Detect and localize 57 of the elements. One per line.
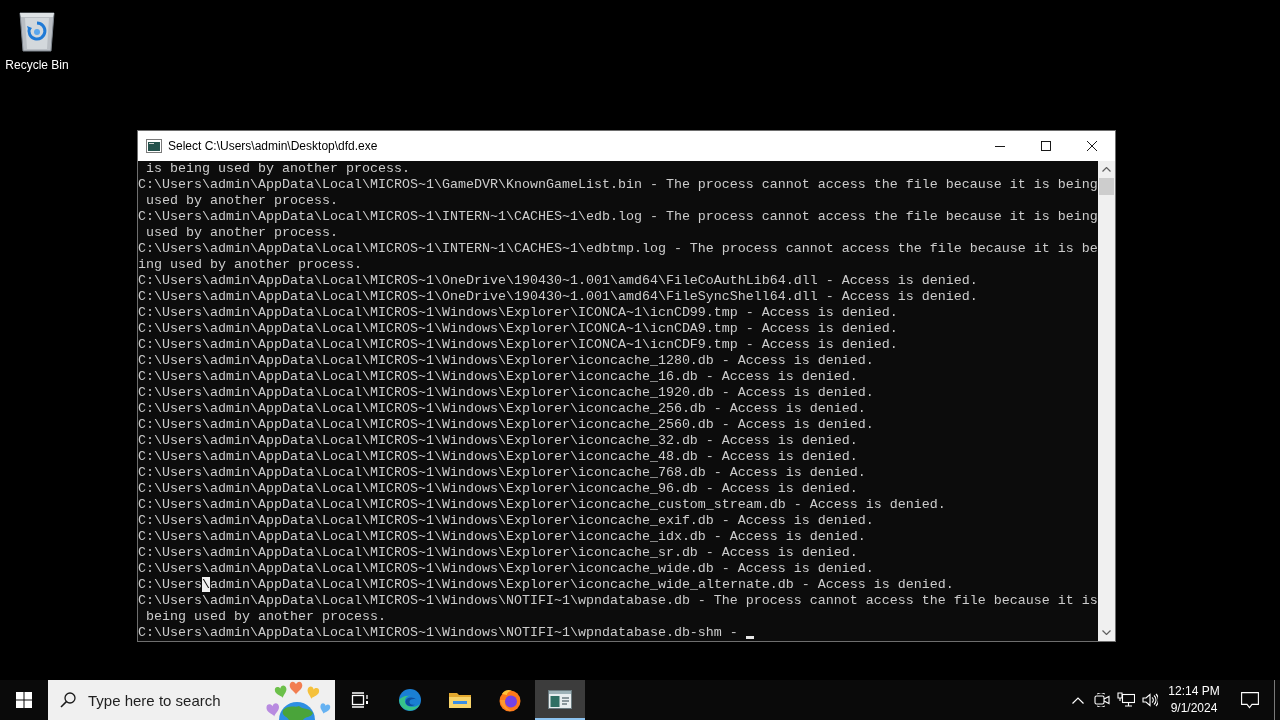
console-line: C:\Users\admin\AppData\Local\MICROS~1\Windows\Explorer\iconcache_96.db - Access is denied. <box>138 481 859 497</box>
scrollbar[interactable] <box>1098 161 1115 641</box>
close-icon <box>1087 141 1097 151</box>
console-line: C:\Users\admin\AppData\Local\MICROS~1\GameDVR\KnownGameList.bin - The process cannot access the file because it is being <box>138 177 1098 193</box>
console-line: C:\Users\admin\AppData\Local\MICROS~1\Windows\Explorer\iconcache_768.db - Access is denied. <box>138 465 867 481</box>
console-line: C:\Users\admin\AppData\Local\MICROS~1\Windows\Explorer\iconcache_idx.db - Access is denied. <box>138 529 867 545</box>
desktop-icon-label[interactable]: Recycle Bin <box>5 58 69 72</box>
console-line: C:\Users\admin\AppData\Local\MICROS~1\Windows\Explorer\iconcache_wide_alternate.db - Access is denied. <box>138 577 955 593</box>
window-title: Select C:\Users\admin\Desktop\dfd.exe <box>168 138 378 155</box>
console-line: ing used by another process. <box>138 257 363 273</box>
wired-network-icon <box>1117 692 1135 708</box>
speaker-icon <box>1142 693 1158 707</box>
console-line: used by another process. <box>145 193 339 209</box>
folder-icon <box>448 690 472 710</box>
console-line: C:\Users\admin\AppData\Local\MICROS~1\OneDrive\190430~1.001\amd64\FileSyncShell64.dll - Access is denied. <box>138 289 979 305</box>
console-line: C:\Users\admin\AppData\Local\MICROS~1\INTERN~1\CACHES~1\edbtmp.log - The process cannot access the file because it is be <box>138 241 1098 257</box>
console-line: C:\Users\admin\AppData\Local\MICROS~1\Windows\Explorer\iconcache_wide.db - Access is denied. <box>138 561 875 577</box>
taskbar-button[interactable] <box>535 680 585 720</box>
console-line: C:\Users\admin\AppData\Local\MICROS~1\Windows\Explorer\iconcache_1280.db - Access is denied. <box>138 353 875 369</box>
console-line: C:\Users\admin\AppData\Local\MICROS~1\Windows\Explorer\iconcache_1920.db - Access is denied. <box>138 385 875 401</box>
console-line: C:\Users\admin\AppData\Local\MICROS~1\Windows\Explorer\ICONCA~1\icnCDF9.tmp - Access is denied. <box>138 337 899 353</box>
console-line: C:\Users\admin\AppData\Local\MICROS~1\Windows\Explorer\iconcache_2560.db - Access is denied. <box>138 417 875 433</box>
console-line: C:\Users\admin\AppData\Local\MICROS~1\Windows\Explorer\iconcache_exif.db - Access is denied. <box>138 513 875 529</box>
chat-bubble-icon <box>1241 691 1259 709</box>
console-line: C:\Users\admin\AppData\Local\MICROS~1\Windows\NOTIFI~1\wpndatabase.db-shm - <box>138 625 739 641</box>
console-line: is being used by another process. <box>145 161 411 177</box>
console-line: C:\Users\admin\AppData\Local\MICROS~1\Windows\Explorer\ICONCA~1\icnCDA9.tmp - Access is denied. <box>138 321 899 337</box>
scrollbar-thumb[interactable] <box>1099 178 1114 195</box>
chevron-up-icon <box>1102 167 1111 172</box>
console-line: being used by another process. <box>145 609 387 625</box>
search-input[interactable]: Type here to search <box>88 688 257 712</box>
search-icon <box>60 692 76 708</box>
console-line: used by another process. <box>145 225 339 241</box>
console-line: C:\Users\admin\AppData\Local\MICROS~1\Windows\Explorer\iconcache_custom_stream.db - Access is denied. <box>138 497 947 513</box>
console-window-icon <box>548 690 572 710</box>
console-line: C:\Users\admin\AppData\Local\MICROS~1\Windows\Explorer\iconcache_16.db - Access is denied. <box>138 369 859 385</box>
task-view-icon <box>350 692 370 708</box>
console-line: C:\Users\admin\AppData\Local\MICROS~1\INTERN~1\CACHES~1\edb.log - The process cannot access the file because it is being <box>138 209 1098 225</box>
console-line: C:\Users\admin\AppData\Local\MICROS~1\Windows\Explorer\iconcache_32.db - Access is denied. <box>138 433 859 449</box>
maximize-icon <box>1041 141 1051 151</box>
console-line: C:\Users\admin\AppData\Local\MICROS~1\Windows\Explorer\iconcache_48.db - Access is denied. <box>138 449 859 465</box>
camera-icon <box>1094 693 1110 707</box>
console-line: C:\Users\admin\AppData\Local\MICROS~1\OneDrive\190430~1.001\amd64\FileCoAuthLib64.dll - Access is denied. <box>138 273 979 289</box>
chevron-down-icon <box>1102 630 1111 635</box>
console-line: C:\Users\admin\AppData\Local\MICROS~1\Windows\Explorer\ICONCA~1\icnCD99.tmp - Access is denied. <box>138 305 899 321</box>
console-icon <box>146 139 162 153</box>
clock-time[interactable]: 12:14 PM <box>1168 683 1220 700</box>
console-line: C:\Users\admin\AppData\Local\MICROS~1\Windows\NOTIFI~1\wpndatabase.db - The process cannot access the file because it is <box>138 593 1098 609</box>
text-cursor-icon <box>745 636 754 639</box>
clock-date[interactable]: 9/1/2024 <box>1170 700 1218 717</box>
console-line: C:\Users\admin\AppData\Local\MICROS~1\Windows\Explorer\iconcache_256.db - Access is denied. <box>138 401 867 417</box>
chevron-up-icon <box>1072 696 1084 704</box>
flame-globe-icon <box>498 688 522 712</box>
console-line: C:\Users\admin\AppData\Local\MICROS~1\Windows\Explorer\iconcache_sr.db - Access is denied. <box>138 545 859 561</box>
start-icon <box>16 692 32 708</box>
search-field[interactable]: Type here to search <box>48 680 335 720</box>
swirl-logo-icon <box>398 688 422 712</box>
